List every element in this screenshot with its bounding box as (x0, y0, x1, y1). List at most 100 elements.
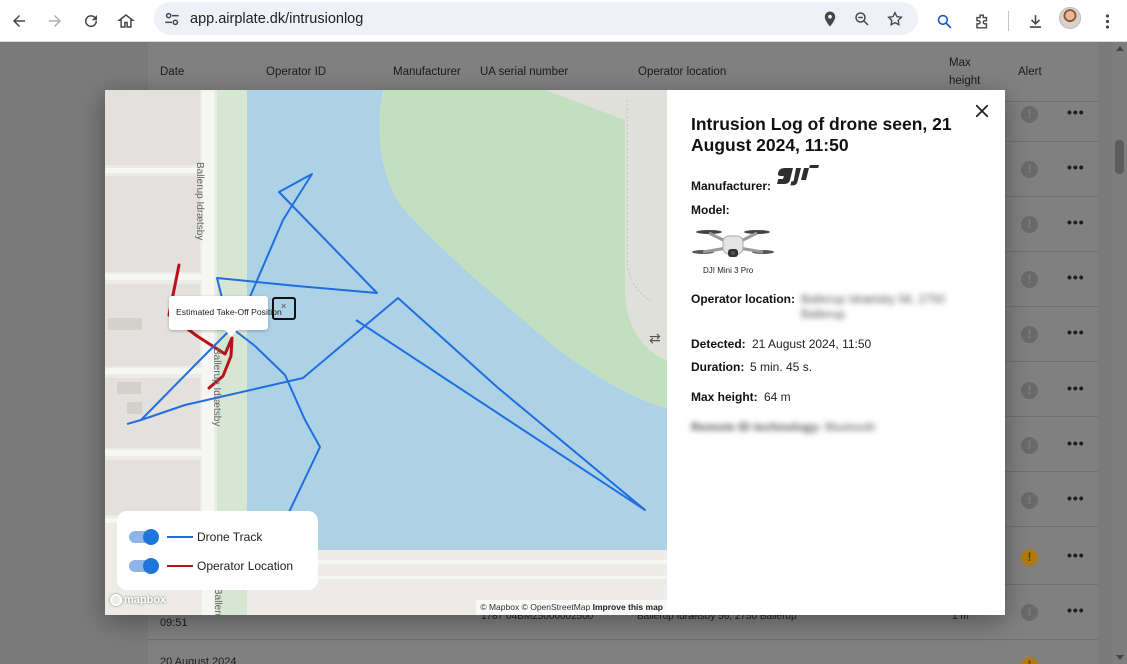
street-label: Ballerup Idrætsby (194, 162, 205, 241)
row-more-button[interactable]: ••• (1067, 380, 1085, 396)
header-date[interactable]: Date (160, 66, 184, 78)
remote-id-label: Remote ID technology: (691, 420, 822, 434)
operator-location-label: Operator Location (197, 559, 294, 573)
row-time: 09:51 (160, 617, 188, 629)
popup-close-button[interactable]: × (272, 297, 296, 320)
takeoff-position-popup: Estimated Take-Off Position (169, 296, 282, 337)
map-legend: Drone Track Operator Location (117, 511, 318, 590)
page-scrollbar[interactable] (1112, 42, 1127, 664)
operator-line-swatch (167, 565, 193, 567)
bookmark-star-icon[interactable] (884, 8, 906, 30)
alert-indicator: ! (1021, 216, 1038, 233)
drone-track-line-swatch (167, 536, 193, 538)
row-more-button[interactable]: ••• (1067, 324, 1085, 340)
row-more-button[interactable]: ••• (1067, 269, 1085, 285)
operator-location-value: Ballerup Idrætsby 56, 2750 Ballerup (801, 292, 946, 321)
header-alert[interactable]: Alert (1018, 66, 1042, 78)
reload-icon (85, 15, 98, 28)
dji-logo-icon (777, 165, 819, 186)
toolbar-separator (1008, 11, 1009, 31)
browser-toolbar: app.airplate.dk/intrusionlog (0, 0, 1127, 42)
alert-indicator: ! (1021, 326, 1038, 343)
alert-indicator: ! (1021, 106, 1038, 123)
remote-id-value: Bluetooth (825, 420, 876, 434)
close-modal-button[interactable] (973, 102, 991, 120)
drone-track-toggle[interactable] (129, 529, 159, 545)
scroll-down-arrow-icon[interactable] (1116, 655, 1124, 660)
model-label: Model: (691, 203, 730, 217)
operator-location-label: Operator location: (691, 292, 796, 306)
header-max-height-line2[interactable]: height (949, 75, 980, 87)
swap-arrows-icon[interactable]: ⇄ (649, 330, 661, 347)
attribution-mapbox[interactable]: © Mapbox (480, 602, 519, 612)
alert-indicator: ! (1021, 271, 1038, 288)
attribution-osm[interactable]: © OpenStreetMap (522, 602, 591, 612)
arrow-right-icon (49, 15, 61, 27)
zoom-icon[interactable] (851, 8, 873, 30)
alert-indicator: ! (1021, 437, 1038, 454)
row-more-button[interactable]: ••• (1067, 490, 1085, 506)
row-more-button[interactable]: ••• (1067, 435, 1085, 451)
row-date: 20 August 2024 (160, 656, 237, 664)
header-ua-serial[interactable]: UA serial number (480, 66, 568, 78)
menu-kebab-icon[interactable] (1092, 6, 1122, 36)
header-manufacturer[interactable]: Manufacturer (393, 66, 461, 78)
row-more-button[interactable]: ••• (1067, 159, 1085, 175)
duration-value: 5 min. 45 s. (750, 360, 813, 374)
duration-label: Duration: (691, 360, 745, 374)
scroll-up-arrow-icon[interactable] (1116, 46, 1124, 51)
alert-indicator: ! (1021, 604, 1038, 621)
header-operator-location[interactable]: Operator location (638, 66, 726, 78)
legend-operator-location: Operator Location (129, 558, 293, 574)
arrow-left-icon (13, 15, 25, 27)
street-label: Ballerup Idrætsby (212, 588, 223, 615)
alert-indicator: ! (1021, 161, 1038, 178)
drone-track-map[interactable]: Ballerup Idrætsby Ballerup Idrætsby Ball… (105, 90, 667, 615)
manufacturer-label: Manufacturer: (691, 179, 772, 193)
search-lens-icon[interactable] (929, 6, 959, 36)
drone-track-label: Drone Track (197, 530, 263, 544)
address-bar[interactable]: app.airplate.dk/intrusionlog (154, 2, 918, 35)
alert-indicator: ! (1021, 492, 1038, 509)
forward-button[interactable] (40, 6, 70, 36)
operator-location-toggle[interactable] (129, 558, 159, 574)
row-more-button[interactable]: ••• (1067, 602, 1085, 618)
drone-model-image (692, 230, 774, 257)
extensions-icon[interactable] (967, 6, 997, 36)
mapbox-logo-icon (110, 594, 122, 606)
max-height-label: Max height: (691, 390, 758, 404)
mapbox-logo-text: mapbox (124, 594, 167, 606)
intrusion-detail-modal: Ballerup Idrætsby Ballerup Idrætsby Ball… (105, 90, 1005, 615)
download-icon[interactable] (1020, 6, 1050, 36)
max-height-value: 64 m (764, 390, 791, 404)
detected-label: Detected: (691, 337, 746, 351)
scrollbar-thumb[interactable] (1115, 140, 1124, 174)
url-text: app.airplate.dk/intrusionlog (190, 11, 364, 27)
modal-title: Intrusion Log of drone seen, 21 August 2… (691, 114, 952, 155)
popup-text: Estimated Take-Off Position (176, 307, 282, 317)
improve-map-link[interactable]: Improve this map (593, 602, 663, 612)
home-button[interactable] (111, 6, 141, 36)
close-icon: × (281, 301, 287, 311)
alert-indicator-active: ! (1021, 549, 1038, 566)
mapbox-logo[interactable]: mapbox (110, 594, 166, 606)
popup-tail (225, 330, 237, 337)
detected-value: 21 August 2024, 11:50 (752, 337, 872, 351)
dji-logo (775, 164, 821, 192)
reload-button[interactable] (76, 6, 106, 36)
model-caption: DJI Mini 3 Pro (703, 266, 754, 275)
location-icon[interactable] (819, 8, 841, 30)
row-more-button[interactable]: ••• (1067, 104, 1085, 120)
row-more-button[interactable]: ••• (1067, 547, 1085, 563)
street-label: Ballerup Idrætsby (211, 348, 222, 427)
header-operator-id[interactable]: Operator ID (266, 66, 326, 78)
header-max-height-line1[interactable]: Max (949, 57, 971, 69)
map-attribution: © Mapbox © OpenStreetMap Improve this ma… (476, 600, 667, 615)
site-settings-icon[interactable] (162, 9, 182, 29)
back-button[interactable] (4, 6, 34, 36)
legend-drone-track: Drone Track (129, 529, 262, 545)
row-more-button[interactable]: ••• (1067, 214, 1085, 230)
home-icon (117, 14, 135, 28)
profile-avatar[interactable] (1059, 7, 1081, 29)
intrusion-info-panel: Intrusion Log of drone seen, 21 August 2… (667, 90, 1005, 615)
